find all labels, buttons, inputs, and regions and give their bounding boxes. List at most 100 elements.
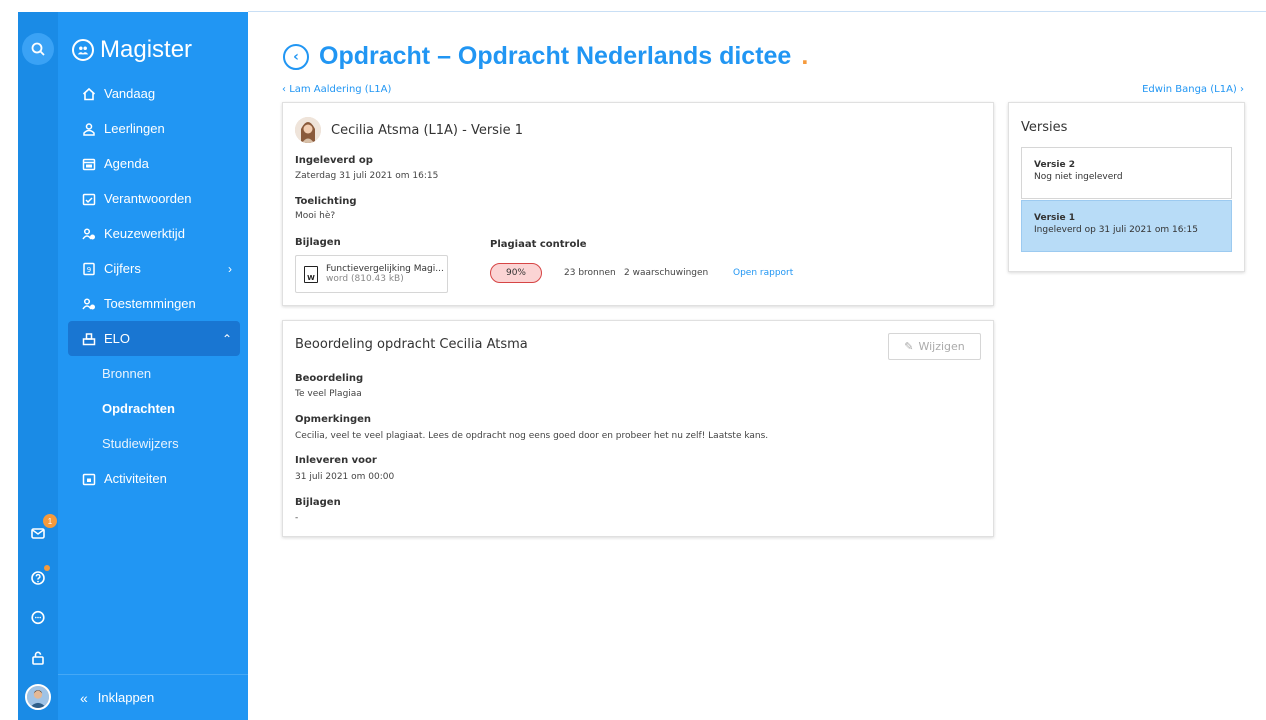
versions-card: Versies Versie 2 Nog niet ingeleverd Ver… [1008, 102, 1245, 272]
sidebar-item-agenda[interactable]: Agenda [68, 146, 240, 181]
submission-heading: Cecilia Atsma (L1A) - Versie 1 [331, 122, 523, 138]
unlock-icon [32, 651, 44, 665]
top-bar [0, 0, 1266, 12]
app-name: Magister [100, 36, 193, 63]
sidebar-item-label: Agenda [104, 156, 149, 171]
submitted-value: Zaterdag 31 juli 2021 om 16:15 [295, 171, 439, 181]
page-title: Opdracht – Opdracht Nederlands dictee [319, 42, 792, 70]
title-accent-dot: . [801, 42, 809, 70]
chat-button[interactable] [22, 602, 54, 634]
sidebar-item-label: Toestemmingen [104, 296, 196, 311]
assessment-card: Beoordeling opdracht Cecilia Atsma ✎ Wij… [282, 320, 994, 537]
sidebar-item-activiteiten[interactable]: Activiteiten [68, 461, 240, 496]
sidebar-item-toestemmingen[interactable]: Toestemmingen [68, 286, 240, 321]
assessment-heading: Beoordeling opdracht Cecilia Atsma [295, 337, 528, 352]
grades-icon: 9 [82, 262, 96, 276]
people-icon [82, 227, 96, 241]
main-nav: Vandaag Leerlingen Agenda Verantwoorden … [68, 76, 240, 496]
grade-value: Te veel Plagiaa [295, 389, 362, 399]
sidebar-item-vandaag[interactable]: Vandaag [68, 76, 240, 111]
sidebar-subitem-bronnen[interactable]: Bronnen [68, 356, 240, 391]
collapse-label: Inklappen [97, 690, 155, 705]
students-icon [82, 122, 96, 136]
sidebar-item-label: Leerlingen [104, 121, 165, 136]
version-title: Versie 2 [1034, 160, 1075, 170]
chat-icon [31, 610, 45, 625]
back-button[interactable]: ‹ [283, 43, 309, 70]
attachment-size: word (810.43 kB) [326, 274, 404, 284]
plagiarism-score-badge: 90% [490, 263, 542, 283]
sidebar-subitem-opdrachten[interactable]: Opdrachten [68, 391, 240, 426]
explanation-value: Mooi hè? [295, 211, 336, 221]
help-icon [31, 571, 45, 585]
version-title: Versie 1 [1034, 213, 1075, 223]
remarks-label: Opmerkingen [295, 414, 372, 425]
search-icon [31, 42, 45, 56]
sidebar: Magister Vandaag Leerlingen Agenda Veran… [58, 12, 248, 720]
grade-label: Beoordeling [295, 373, 364, 384]
warnings-count: 2 waarschuwingen [624, 268, 709, 278]
chevron-left-icon: ‹ [293, 48, 299, 65]
attachments-label: Bijlagen [295, 237, 341, 248]
next-student-label: Edwin Banga (L1A) [1142, 84, 1237, 95]
open-report-link[interactable]: Open rapport [733, 268, 793, 278]
messages-button[interactable]: 1 [22, 514, 57, 549]
sidebar-item-label: Cijfers [104, 261, 141, 276]
submission-header: Cecilia Atsma (L1A) - Versie 1 [295, 117, 523, 143]
page-header: ‹ Opdracht – Opdracht Nederlands dictee … [283, 42, 808, 71]
activities-icon [82, 472, 96, 486]
unread-badge: 1 [43, 514, 57, 528]
sidebar-item-cijfers[interactable]: 9 Cijfers › [68, 251, 240, 286]
sidebar-item-verantwoorden[interactable]: Verantwoorden [68, 181, 240, 216]
version-status: Nog niet ingeleverd [1034, 172, 1123, 182]
student-avatar [295, 117, 321, 143]
search-button[interactable] [22, 33, 54, 65]
user-avatar[interactable] [25, 684, 51, 710]
magister-logo-icon [72, 39, 94, 61]
sources-count: 23 bronnen [564, 268, 616, 278]
sidebar-item-leerlingen[interactable]: Leerlingen [68, 111, 240, 146]
home-icon [82, 87, 96, 101]
chevron-right-icon: › [228, 261, 232, 276]
icon-rail: 1 [18, 12, 58, 720]
calendar-icon [82, 157, 96, 171]
word-document-icon: W [304, 265, 318, 283]
sidebar-item-label: ELO [104, 331, 131, 346]
plagiarism-label: Plagiaat controle [490, 239, 587, 250]
edit-button[interactable]: ✎ Wijzigen [888, 333, 981, 360]
explanation-label: Toelichting [295, 196, 357, 207]
assessment-attachments-label: Bijlagen [295, 497, 341, 508]
attachment-name: Functievergelijking Magi... [326, 264, 444, 274]
chevron-right-icon: › [1236, 84, 1244, 95]
help-button[interactable] [22, 562, 54, 594]
previous-student-link[interactable]: ‹ Lam Aaldering (L1A) [282, 84, 391, 95]
sidebar-subitem-studiewijzers[interactable]: Studiewijzers [68, 426, 240, 461]
pencil-icon: ✎ [904, 340, 914, 353]
mail-icon [31, 528, 45, 539]
sidebar-item-elo[interactable]: ELO ⌃ [68, 321, 240, 356]
double-chevron-left-icon: « [80, 689, 88, 706]
permissions-icon [82, 297, 96, 311]
versions-title: Versies [1021, 120, 1068, 135]
notification-dot [44, 565, 50, 571]
app-logo[interactable]: Magister [72, 36, 192, 64]
elo-icon [82, 332, 96, 346]
sidebar-item-label: Activiteiten [104, 471, 167, 486]
sidebar-item-keuzewerktijd[interactable]: Keuzewerktijd [68, 216, 240, 251]
sidebar-item-label: Keuzewerktijd [104, 226, 185, 241]
version-item-selected[interactable]: Versie 1 Ingeleverd op 31 juli 2021 om 1… [1021, 200, 1232, 252]
collapse-button[interactable]: « Inklappen [58, 674, 248, 720]
deadline-value: 31 juli 2021 om 00:00 [295, 472, 395, 482]
previous-student-label: Lam Aaldering (L1A) [289, 84, 392, 95]
assessment-attachments-value: - [295, 513, 299, 523]
sidebar-item-label: Vandaag [104, 86, 156, 101]
next-student-link[interactable]: Edwin Banga (L1A) › [1142, 84, 1244, 95]
attachment-file[interactable]: W Functievergelijking Magi... word (810.… [295, 255, 448, 293]
remarks-value: Cecilia, veel te veel plagiaat. Lees de … [295, 431, 769, 441]
edit-label: Wijzigen [918, 340, 965, 353]
chevron-up-icon: ⌃ [221, 331, 232, 346]
unlock-button[interactable] [22, 642, 54, 674]
version-item[interactable]: Versie 2 Nog niet ingeleverd [1021, 147, 1232, 199]
submission-card: Cecilia Atsma (L1A) - Versie 1 Ingelever… [282, 102, 994, 306]
submitted-label: Ingeleverd op [295, 155, 373, 166]
